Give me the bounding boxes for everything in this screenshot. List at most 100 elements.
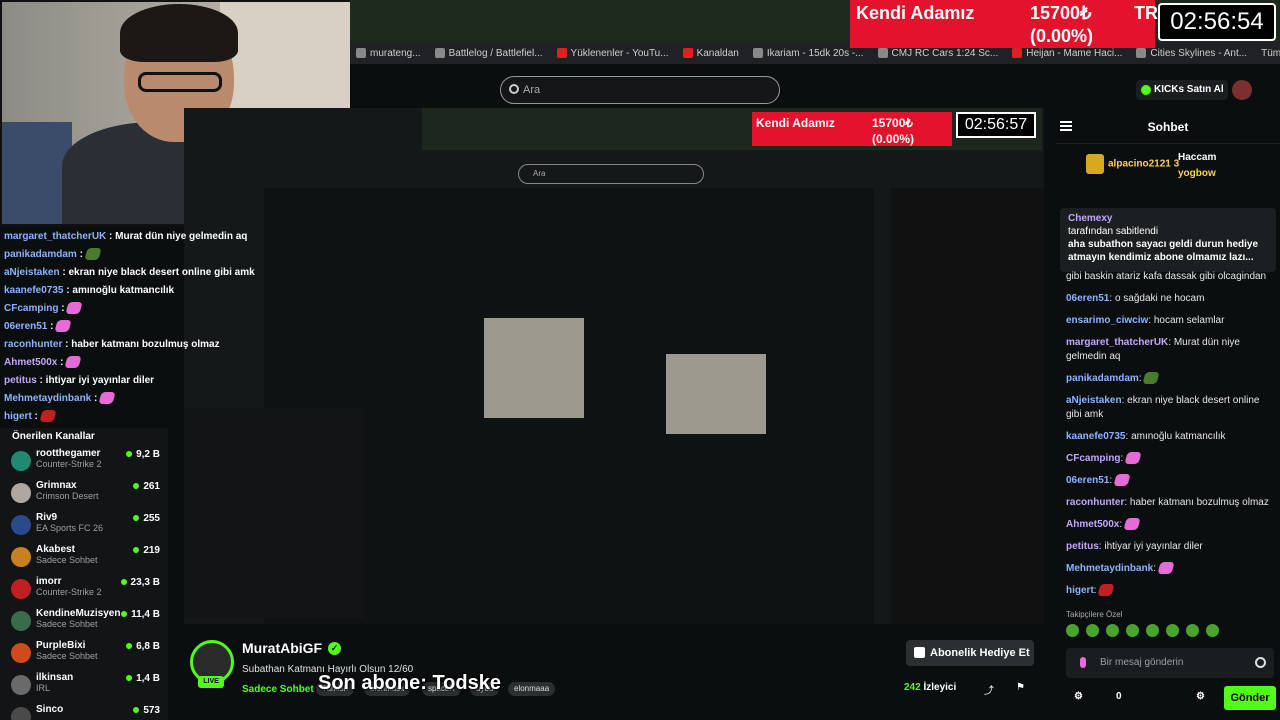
avatar [11, 451, 31, 471]
overlay-message: Mehmetaydinbank : [0, 390, 180, 408]
stream-category[interactable]: Sadece Sohbet [242, 684, 314, 695]
overlay-message: Ahmet500x : [0, 354, 180, 372]
avatar [11, 643, 31, 663]
user-avatar[interactable] [1232, 80, 1252, 100]
subathon-timer: 02:56:54 [1158, 3, 1276, 41]
settings-icon[interactable]: ⚙ [1074, 691, 1083, 702]
gifter[interactable]: yogbow [1178, 168, 1216, 179]
emote-icon[interactable] [1186, 624, 1199, 637]
search-placeholder: Ara [523, 84, 541, 96]
emote-icon [65, 302, 83, 315]
nested-cam [484, 318, 584, 418]
sidebar-title: Önerilen Kanallar [12, 431, 95, 442]
chat-message: Mehmetaydinbank: [1066, 562, 1276, 576]
overlay-message: panikadamdam : [0, 246, 180, 264]
emote-icon[interactable] [1126, 624, 1139, 637]
chat-message: kaanefe0735: amınoğlu katmancılık [1066, 431, 1226, 442]
bookmark[interactable]: Kanaldan [682, 48, 739, 59]
avatar [11, 675, 31, 695]
live-badge: LIVE [198, 676, 224, 688]
emote-icon[interactable] [1066, 624, 1079, 637]
channel-item[interactable]: imorr Counter-Strike 2 23,3 B [0, 573, 168, 605]
chat-message: panikadamdam: [1066, 372, 1276, 386]
emote-icon [1142, 372, 1160, 385]
emote-bar [1066, 624, 1276, 642]
channel-item[interactable]: PurpleBixi Sadece Sohbet 6,8 B [0, 637, 168, 669]
buy-kicks-button[interactable]: KICKs Satın Al [1136, 80, 1228, 100]
nested-timer: 02:56:57 [956, 112, 1036, 138]
bookmark[interactable]: murateng... [356, 48, 421, 59]
chat-header: Sohbet [1056, 112, 1280, 144]
emote-icon [54, 320, 72, 333]
collapse-chat-icon[interactable] [1060, 121, 1072, 131]
emote-icon [84, 248, 102, 261]
report-icon[interactable]: ⚑ [1016, 682, 1026, 693]
chat-message: raconhunter: haber katmanı bozulmuş olma… [1066, 497, 1269, 508]
stock-ticker-overlay: Kendi Adamız 15700₺ (0.00%) TR [850, 0, 1158, 48]
channel-item[interactable]: Riv9 EA Sports FC 26 255 [0, 509, 168, 541]
avatar [11, 707, 31, 720]
emote-icon[interactable] [1086, 624, 1099, 637]
emote-icon[interactable] [1206, 624, 1219, 637]
emote-icon [64, 356, 82, 369]
ticker-symbol: TR [1134, 3, 1158, 23]
top-gifter[interactable]: alpacino2121 3 [1086, 154, 1179, 174]
gear-icon[interactable]: ⚙ [1196, 691, 1205, 702]
bookmark[interactable]: CMJ RC Cars 1:24 Sc... [877, 48, 998, 59]
chat-message: Ahmet500x: [1066, 518, 1276, 532]
chat-message: higert: [1066, 584, 1276, 598]
overlay-message: higert : [0, 408, 180, 426]
bookmark[interactable]: Cities Skylines - Ant... [1136, 48, 1247, 59]
overlay-message: raconhunter : haber katmanı bozulmuş olm… [4, 339, 220, 350]
emote-icon[interactable] [1146, 624, 1159, 637]
channel-item[interactable]: KendineMuzisyen Sadece Sohbet 11,4 B [0, 605, 168, 637]
overlay-message: margaret_thatcherUK : Murat dün niye gel… [4, 231, 248, 242]
search-input[interactable]: Ara [500, 76, 780, 104]
streamer-name[interactable]: MuratAbiGF [242, 640, 322, 656]
pinned-message: Chemexy tarafından sabitlendi aha subath… [1060, 208, 1276, 272]
chat-overlay: margaret_thatcherUK : Murat dün niye gel… [0, 228, 255, 428]
verified-icon: ✓ [328, 642, 341, 655]
emote-icon [1097, 584, 1115, 597]
emote-icon [1123, 518, 1141, 531]
avatar [11, 515, 31, 535]
points-count: 0 [1116, 691, 1122, 702]
overlay-message: aNjeistaken : ekran niye black desert on… [4, 267, 255, 278]
last-sub-overlay: Son abone: Todske [318, 672, 501, 694]
ticker-name: Kendi Adamız [856, 3, 975, 23]
chat-input[interactable]: Bir mesaj gönderin [1066, 648, 1274, 678]
stream-video[interactable]: Kendi Adamız 15700₺ (0.00%) 02:56:57 Ara [184, 108, 1044, 624]
overlay-message: petitus : ihtiyar iyi yayınlar diler [4, 375, 155, 386]
stream-tag[interactable]: elonmaaa [508, 682, 556, 696]
search-icon [509, 84, 519, 94]
share-icon[interactable]: ⤴ [984, 682, 994, 697]
all-bookmarks[interactable]: Tüm Yer İşaretleri [1261, 48, 1280, 59]
chat-message: ensarimo_ciwciw: hocam selamlar [1066, 315, 1225, 326]
channel-item[interactable]: rootthegamer Counter-Strike 2 9,2 B [0, 445, 168, 477]
emote-icon[interactable] [1106, 624, 1119, 637]
gifter[interactable]: Haccam [1178, 152, 1216, 163]
favorites-label: Takipçilere Özel [1066, 610, 1123, 619]
bookmark[interactable]: Ikariam - 15dk 20s -... [752, 48, 864, 59]
send-button[interactable]: Gönder [1224, 686, 1276, 710]
ticker-price: 15700₺ [1030, 3, 1092, 23]
chat-panel: Sohbet alpacino2121 3 Haccam yogbow Chem… [1056, 112, 1280, 720]
channel-item[interactable]: ilkinsan IRL 1,4 B [0, 669, 168, 701]
nested-chat [891, 188, 1044, 624]
chat-message: gibi baskin atariz kafa dassak gibi olca… [1066, 271, 1267, 282]
gift-sub-button[interactable]: Abonelik Hediye Et [906, 640, 1034, 666]
channel-item[interactable]: Grimnax Crimson Desert 261 [0, 477, 168, 509]
chat-actions: ⚙ 0 ⚙ Gönder [1066, 686, 1276, 710]
avatar [11, 611, 31, 631]
emote-icon [1157, 562, 1175, 575]
channel-item[interactable]: Akabest Sadece Sohbet 219 [0, 541, 168, 573]
bookmark[interactable]: Battlelog / Battlefiel... [434, 48, 543, 59]
nested-sidebar [184, 408, 364, 618]
emoji-icon[interactable] [1255, 657, 1266, 668]
bookmark[interactable]: Heijan - Mame Haci... [1012, 48, 1122, 59]
avatar [11, 547, 31, 567]
bookmark[interactable]: Yüklenenler - YouTu... [556, 48, 669, 59]
overlay-message: CFcamping : [0, 300, 180, 318]
emote-icon[interactable] [1166, 624, 1179, 637]
channel-item[interactable]: Sinco 573 [0, 701, 168, 720]
